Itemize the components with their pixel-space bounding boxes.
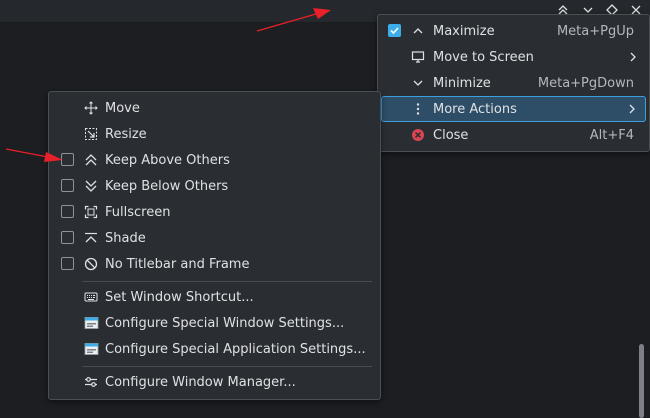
menu-item-label: Fullscreen (105, 205, 171, 220)
chevron-right-icon (627, 102, 637, 116)
menu-item-configure-window-manager[interactable]: Configure Window Manager... (52, 370, 377, 395)
menu-item-more-actions[interactable]: More Actions (381, 96, 646, 122)
double-chevron-up-icon (83, 152, 99, 168)
shade-icon (83, 230, 99, 246)
menu-item-label: Resize (105, 127, 147, 142)
maximize-checkbox[interactable] (388, 24, 401, 37)
menu-item-move[interactable]: Move (52, 96, 377, 121)
menu-item-fullscreen[interactable]: Fullscreen (52, 200, 377, 225)
fullscreen-icon (83, 204, 99, 220)
menu-item-label: No Titlebar and Frame (105, 257, 250, 272)
menu-item-keep-below-others[interactable]: Keep Below Others (52, 174, 377, 199)
menu-separator (82, 281, 372, 282)
chevron-right-icon (628, 50, 638, 64)
window-menu: Maximize Meta+PgUp Move to Screen Minimi… (377, 14, 650, 152)
monitor-icon (410, 49, 426, 65)
chevron-up-icon (410, 23, 426, 39)
move-icon (83, 100, 99, 116)
chevron-down-icon (410, 75, 426, 91)
menu-item-minimize[interactable]: Minimize Meta+PgDown (381, 71, 646, 96)
scrollbar-thumb[interactable] (639, 344, 644, 418)
shortcut-label: Meta+PgDown (537, 76, 634, 91)
close-circle-icon (410, 127, 426, 143)
keep-above-checkbox[interactable] (61, 153, 74, 166)
menu-item-move-to-screen[interactable]: Move to Screen (381, 45, 646, 70)
app-settings-icon (83, 341, 99, 357)
menu-item-close[interactable]: Close Alt+F4 (381, 123, 646, 148)
menu-item-label: Minimize (433, 76, 491, 91)
menu-item-label: Keep Below Others (105, 179, 229, 194)
menu-item-set-window-shortcut[interactable]: Set Window Shortcut... (52, 285, 377, 310)
menu-item-special-app-settings[interactable]: Configure Special Application Settings..… (52, 337, 377, 362)
window-settings-icon (83, 315, 99, 331)
keyboard-icon (83, 289, 99, 305)
keep-below-checkbox[interactable] (61, 179, 74, 192)
shade-checkbox[interactable] (61, 231, 74, 244)
double-chevron-down-icon (83, 178, 99, 194)
menu-item-shade[interactable]: Shade (52, 226, 377, 251)
menu-item-keep-above-others[interactable]: Keep Above Others (52, 148, 377, 173)
menu-item-label: Move (105, 101, 140, 116)
fullscreen-checkbox[interactable] (61, 205, 74, 218)
menu-item-resize[interactable]: Resize (52, 122, 377, 147)
shortcut-label: Alt+F4 (589, 128, 634, 143)
menu-item-label: Maximize (433, 24, 495, 39)
more-vertical-icon (410, 101, 426, 117)
menu-item-label: Close (433, 128, 469, 143)
menu-item-label: Move to Screen (433, 50, 534, 65)
menu-item-label: Configure Special Application Settings..… (105, 342, 366, 357)
resize-icon (83, 126, 99, 142)
no-frame-icon (83, 256, 99, 272)
shortcut-label: Meta+PgUp (556, 24, 634, 39)
no-titlebar-checkbox[interactable] (61, 257, 74, 270)
menu-item-label: Shade (105, 231, 146, 246)
menu-item-label: More Actions (433, 102, 517, 117)
menu-item-special-window-settings[interactable]: Configure Special Window Settings... (52, 311, 377, 336)
menu-item-no-titlebar[interactable]: No Titlebar and Frame (52, 252, 377, 277)
menu-item-label: Set Window Shortcut... (105, 290, 254, 305)
menu-item-maximize[interactable]: Maximize Meta+PgUp (381, 19, 646, 44)
menu-item-label: Configure Window Manager... (105, 375, 296, 390)
menu-item-label: Keep Above Others (105, 153, 230, 168)
menu-separator (82, 366, 372, 367)
more-actions-submenu: Move Resize Keep Above Others Keep Below… (48, 91, 381, 400)
menu-item-label: Configure Special Window Settings... (105, 316, 345, 331)
configure-icon (83, 374, 99, 390)
